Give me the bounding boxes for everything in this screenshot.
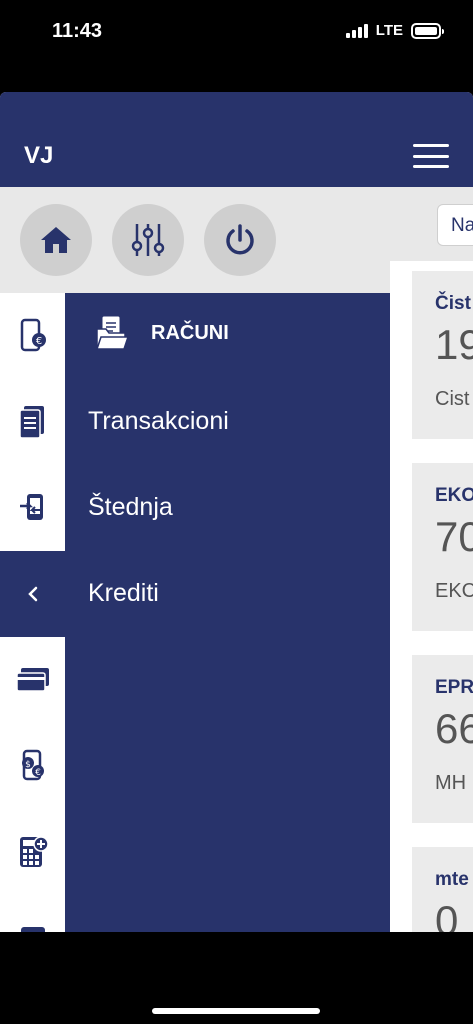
account-card[interactable]: mte 0	[412, 847, 473, 932]
home-indicator[interactable]	[152, 1008, 320, 1014]
calculator-icon	[19, 836, 49, 867]
signal-icon	[345, 23, 368, 38]
network-label: LTE	[375, 22, 403, 39]
app-window: VJ € $ € RAČUNI Transakcioni Štednja Kre…	[0, 92, 473, 932]
accounts-submenu: RAČUNI Transakcioni Štednja Krediti	[65, 293, 390, 932]
card-name: EKO	[435, 485, 473, 506]
rail-item-documents[interactable]	[0, 379, 65, 465]
svg-text:$: $	[25, 760, 31, 770]
card-subtitle: Cist	[435, 388, 470, 410]
card-name: Čist	[435, 293, 471, 314]
chevron-left-icon	[27, 586, 37, 602]
app-header: VJ	[0, 92, 473, 187]
filter-select[interactable]: Na	[437, 204, 473, 246]
logout-button[interactable]	[204, 204, 276, 276]
account-card[interactable]: EKO 70 EKC	[412, 463, 473, 631]
submenu-item-krediti[interactable]: Krediti	[88, 579, 159, 608]
submenu-item-transakcioni[interactable]: Transakcioni	[88, 407, 229, 436]
settings-button[interactable]	[112, 204, 184, 276]
account-card[interactable]: EPR 66 MH	[412, 655, 473, 823]
phone-money-icon: $ €	[21, 749, 44, 781]
card-subtitle: EKC	[435, 580, 473, 602]
status-bar: 11:43 LTE	[0, 0, 473, 92]
rail-item-cards[interactable]	[0, 637, 65, 723]
card-name: EPR	[435, 677, 473, 698]
card-subtitle: MH	[435, 772, 467, 794]
status-icons: LTE	[345, 22, 444, 39]
user-initials[interactable]: VJ	[24, 142, 53, 170]
rail-item-accounts[interactable]	[0, 551, 65, 637]
submenu-title: RAČUNI	[151, 321, 229, 344]
card-amount: 70	[435, 513, 473, 560]
power-icon	[226, 224, 254, 255]
rail-item-transfers[interactable]	[0, 465, 65, 551]
side-rail: € $ €	[0, 293, 65, 932]
submenu-item-stednja[interactable]: Štednja	[88, 493, 173, 522]
rail-item-calculator[interactable]	[0, 809, 65, 895]
phone-euro-icon: €	[20, 318, 46, 352]
card-amount: 66	[435, 705, 473, 752]
status-time: 11:43	[52, 20, 103, 42]
rail-item-exchange[interactable]: $ €	[0, 723, 65, 809]
account-card[interactable]: Čist 19 Cist	[412, 271, 473, 439]
phone-transfer-icon	[19, 494, 43, 520]
home-button[interactable]	[20, 204, 92, 276]
card-icon	[15, 668, 49, 692]
toolbar	[0, 187, 390, 293]
submenu-header: RAČUNI	[95, 315, 229, 351]
rail-item-more[interactable]	[0, 895, 65, 932]
rail-item-mobile-payment[interactable]: €	[0, 293, 65, 379]
document-icon	[18, 406, 44, 439]
card-name: mte	[435, 869, 469, 890]
sliders-icon	[131, 224, 165, 256]
card-amount: 19	[435, 321, 473, 368]
id-card-icon	[20, 927, 45, 932]
home-icon	[41, 227, 71, 253]
svg-text:€: €	[35, 768, 41, 778]
svg-text:€: €	[35, 336, 41, 347]
hamburger-menu-icon[interactable]	[413, 144, 449, 168]
folder-icon	[95, 316, 129, 350]
battery-icon	[411, 22, 444, 39]
content-panel: Čist 19 Cist EKO 70 EKC EPR 66 MH mte 0	[390, 261, 473, 932]
main-content: Na Čist 19 Cist EKO 70 EKC EPR 66 MH mte…	[390, 187, 473, 932]
card-amount: 0	[435, 897, 459, 932]
